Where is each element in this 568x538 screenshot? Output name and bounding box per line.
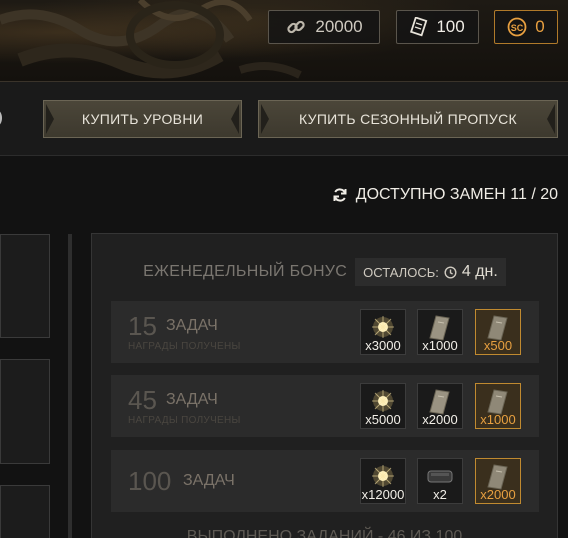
reward-item[interactable]: x5000 (360, 383, 406, 429)
reward-item[interactable]: x3000 (360, 309, 406, 355)
currency-chain-value: 20000 (315, 17, 363, 36)
left-card[interactable] (0, 234, 50, 338)
reward-qty: x2000 (422, 412, 458, 427)
xp-glow-icon (372, 316, 394, 338)
case-icon (427, 470, 453, 483)
reward-item-premium[interactable]: x2000 (475, 458, 521, 504)
swaps-label: ДОСТУПНО ЗАМЕН 11 / 20 (355, 186, 558, 203)
buy-season-pass-button[interactable]: КУПИТЬ СЕЗОННЫЙ ПРОПУСК (258, 100, 558, 138)
weekly-title: ЕЖЕНЕДЕЛЬНЫЙ БОНУС (143, 263, 348, 280)
reward-item[interactable]: x1000 (417, 309, 463, 355)
sc-coin-icon: SC (507, 17, 527, 37)
currency-chain: 20000 (268, 10, 380, 44)
chain-link-icon (287, 20, 306, 34)
tier-count: 45 (128, 385, 157, 415)
reward-item-premium[interactable]: x500 (475, 309, 521, 355)
tier-row: 45 ЗАДАЧ НАГРАДЫ ПОЛУЧЕНЫ x5000 x2000 x1… (111, 375, 539, 437)
tier-row: 15 ЗАДАЧ НАГРАДЫ ПОЛУЧЕНЫ x3000 x1000 x5… (111, 301, 539, 363)
tier-status: НАГРАДЫ ПОЛУЧЕНЫ (128, 415, 241, 426)
reward-qty: x5000 (365, 412, 401, 427)
remaining-value: 4 дн. (461, 263, 498, 280)
tasks-completed-text: ВЫПОЛНЕНО ЗАДАНИЙ - 46 ИЗ 100 (186, 528, 463, 538)
weekly-bonus-panel: ЕЖЕНЕДЕЛЬНЫЙ БОНУС ОСТАЛОСЬ: 4 дн. 15 ЗА… (91, 233, 558, 538)
reward-qty: x3000 (365, 338, 401, 353)
scroll-divider (68, 234, 72, 538)
buy-levels-button[interactable]: КУПИТЬ УРОВНИ (43, 100, 242, 138)
reward-qty: x500 (483, 338, 513, 353)
reward-item[interactable]: x12000 (360, 458, 406, 504)
tier-word: ЗАДАЧ (166, 317, 218, 334)
tier-word: ЗАДАЧ (166, 391, 218, 408)
currency-ticket: 100 (396, 10, 479, 44)
currency-sc: SC 0 (494, 10, 558, 44)
xp-glow-icon (372, 465, 394, 487)
currency-sc-value: 0 (535, 17, 545, 36)
tier-word: ЗАДАЧ (183, 472, 235, 489)
weekly-header: ЕЖЕНЕДЕЛЬНЫЙ БОНУС ОСТАЛОСЬ: 4 дн. (92, 258, 557, 286)
reward-item[interactable]: x2000 (417, 383, 463, 429)
left-card[interactable] (0, 485, 50, 538)
xp-glow-icon (372, 390, 394, 412)
ticket-icon (410, 17, 428, 37)
tier-count: 15 (128, 311, 157, 341)
purchase-bar: КУПИТЬ УРОВНИ КУПИТЬ СЕЗОННЫЙ ПРОПУСК (0, 82, 568, 156)
svg-text:SC: SC (511, 23, 524, 33)
tier-count: 100 (128, 466, 172, 496)
clock-icon (444, 265, 457, 279)
remaining-label: ОСТАЛОСЬ: (363, 264, 439, 280)
currency-ticket-value: 100 (436, 17, 465, 36)
reward-qty: x12000 (361, 487, 405, 502)
swaps-available[interactable]: ДОСТУПНО ЗАМЕН 11 / 20 (332, 186, 558, 204)
reward-item[interactable]: x2 (417, 458, 463, 504)
refresh-icon (333, 188, 347, 202)
reward-qty: x2 (433, 487, 447, 502)
left-card[interactable] (0, 359, 50, 464)
reward-item-premium[interactable]: x1000 (475, 383, 521, 429)
reward-qty: x2000 (480, 487, 516, 502)
tier-row: 100 ЗАДАЧ x12000 x2 x2000 (111, 450, 539, 512)
tier-status: НАГРАДЫ ПОЛУЧЕНЫ (128, 341, 241, 352)
time-remaining-badge: ОСТАЛОСЬ: 4 дн. (355, 258, 506, 286)
reward-qty: x1000 (480, 412, 516, 427)
reward-qty: x1000 (422, 338, 458, 353)
partial-icon (0, 110, 2, 126)
